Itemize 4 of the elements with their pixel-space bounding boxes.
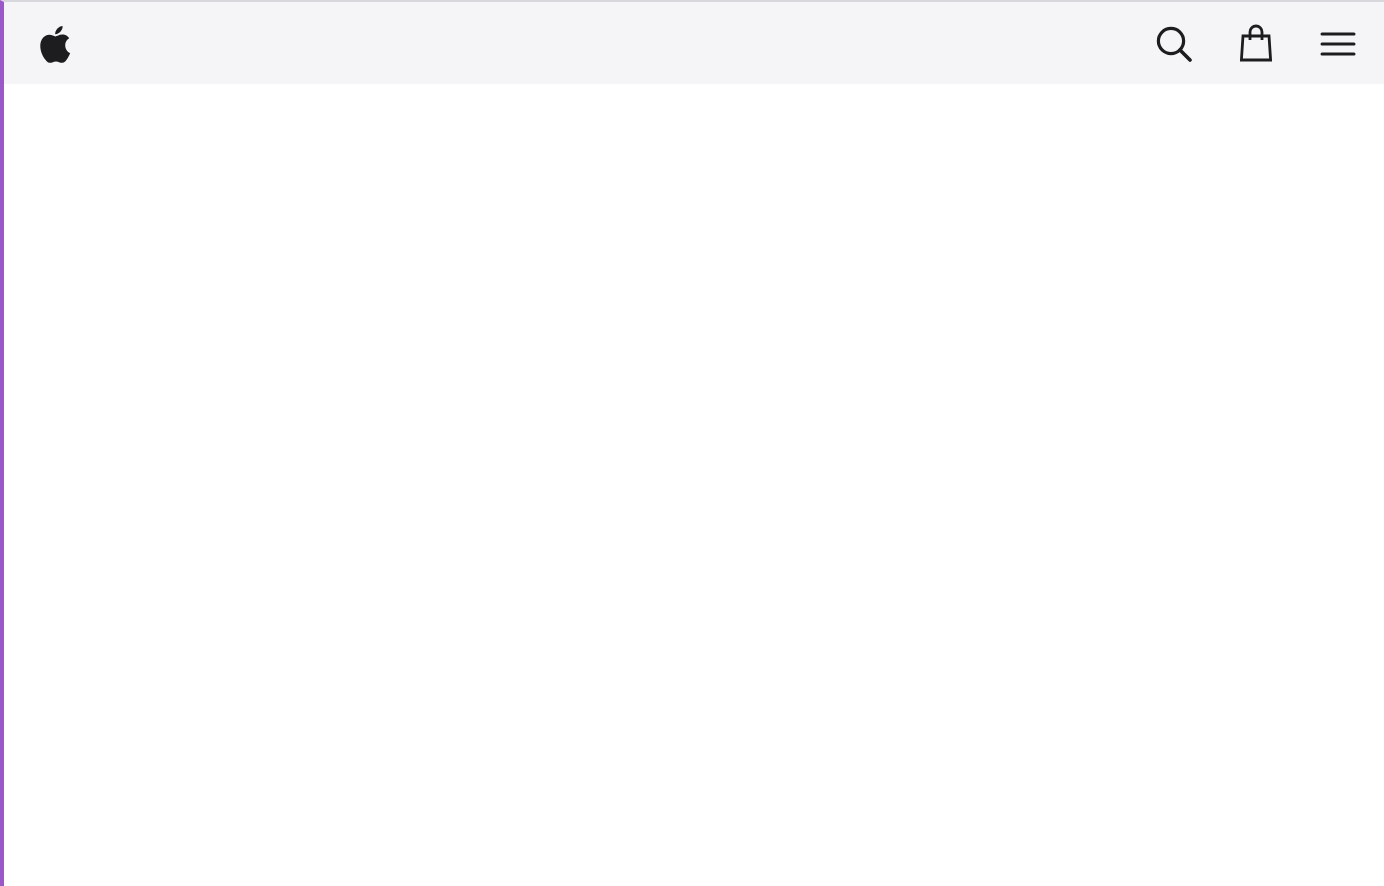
search-icon[interactable] (1156, 25, 1192, 61)
apple-logo-icon[interactable] (36, 23, 72, 63)
shopping-bag-icon[interactable] (1240, 24, 1272, 62)
menu-icon[interactable] (1320, 29, 1356, 57)
